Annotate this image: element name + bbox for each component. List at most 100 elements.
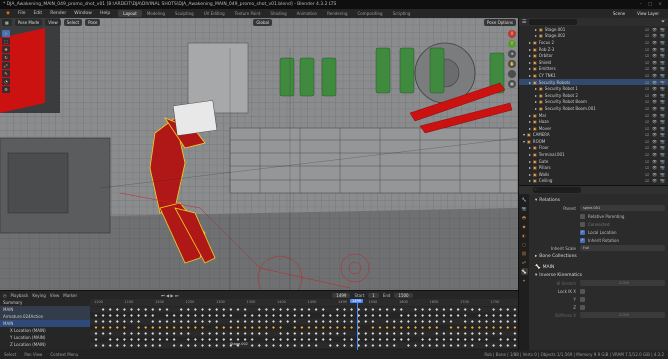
mode-selector[interactable]: Pose Mode [14,19,43,26]
outliner-row[interactable]: ▸ ▣ Orbitor ☑ 👁 📷 [519,52,668,59]
eye-icon[interactable]: 👁 [652,93,657,98]
inherit-rotation-row[interactable]: ✓ Inherit Rotation [535,236,665,244]
camera-icon[interactable]: 📷 [660,33,665,38]
expand-toggle-icon[interactable]: ▸ [529,152,531,157]
outliner-row[interactable]: ▸ ▣ Security Robot 2 ☑ 👁 📷 [519,92,668,99]
camera-icon[interactable]: 📷 [660,73,665,78]
connected-checkbox[interactable] [580,221,585,227]
camera-icon[interactable]: 📷 [660,178,665,183]
expand-toggle-icon[interactable]: ▸ [535,106,537,111]
filter-icon[interactable]: ⏷ [661,19,665,25]
checkbox-icon[interactable]: ☑ [645,132,649,137]
tab-modeling[interactable]: Modeling [142,10,170,17]
eye-icon[interactable]: 👁 [652,33,657,38]
eye-icon[interactable]: 👁 [652,145,657,150]
maximize-button[interactable]: □ [648,2,652,7]
outliner-row[interactable]: ▸ ▣ Rob Z-3 ☑ 👁 📷 [519,46,668,53]
camera-icon[interactable]: 📷 [660,93,665,98]
expand-toggle-icon[interactable]: ▾ [523,132,525,137]
outliner-row[interactable]: ▸ ▣ Shield ☑ 👁 📷 [519,59,668,66]
keyframes[interactable] [90,299,518,351]
end-frame-field[interactable]: 1500 [394,292,413,298]
camera-icon[interactable]: 📷 [660,159,665,164]
menu-view[interactable]: View [50,293,60,298]
eye-icon[interactable]: 👁 [652,113,657,118]
outliner-row[interactable]: ▸ ▣ Gate ☑ 👁 📷 [519,158,668,165]
zoom-icon[interactable]: ⊕ [508,50,516,58]
tab-shading[interactable]: Shading [265,10,291,17]
checkbox-icon[interactable]: ☑ [645,152,649,157]
clock-icon[interactable]: ◷ [3,293,7,298]
keyframe-area[interactable]: 1100 1150 1200 1250 1300 1350 1400 1450 1499 1550… [90,299,518,351]
properties-search-input[interactable]: ⌕ [533,187,581,193]
menu-window[interactable]: Window [70,11,96,16]
outliner-row[interactable]: ▸ ▣ Security Robots ☑ 👁 📷 [519,78,668,86]
checkbox-icon[interactable]: ☑ [645,47,649,52]
outliner-row[interactable]: ▾ ▣ CAMERA ☑ 👁 📷 [519,132,668,139]
menu-marker[interactable]: Marker [63,293,77,298]
bone-tab-icon[interactable]: 🦴 [520,268,528,275]
axis-x-icon[interactable]: X [508,30,516,38]
playhead[interactable] [357,299,358,351]
properties-editor[interactable]: ⌕ 🔧 📷 🖶 ◆ ◐ ▢ ⛓ ☍ 🦴 ⌖ ▾ Relations Parent … [518,185,668,350]
expand-toggle-icon[interactable]: ▸ [529,126,531,131]
tab-rendering[interactable]: Rendering [322,10,352,17]
blender-logo-icon[interactable]: ◉ [2,11,14,16]
pan-icon[interactable]: ✋ [508,60,516,68]
checkbox-icon[interactable]: ☑ [645,66,649,71]
outliner-row[interactable]: ▸ ▣ Stage.002 ☑ 👁 📷 [519,33,668,40]
menu-pose[interactable]: Pose [85,19,101,26]
expand-toggle-icon[interactable]: ▸ [535,27,537,32]
outliner-row[interactable]: ▸ ▣ Mal ☑ 👁 📷 [519,112,668,119]
tab-compositing[interactable]: Compositing [353,10,388,17]
menu-keying[interactable]: Keying [32,293,45,298]
channel-row[interactable]: Summary [0,299,90,306]
camera-icon[interactable]: 📷 [660,113,665,118]
checkbox-icon[interactable]: ☑ [645,99,649,104]
checkbox-icon[interactable]: ☑ [645,73,649,78]
camera-icon[interactable]: 📷 [660,27,665,32]
expand-toggle-icon[interactable]: ▸ [529,47,531,52]
camera-icon[interactable]: 📷 [660,80,665,85]
checkbox-icon[interactable]: ☑ [645,126,649,131]
eye-icon[interactable]: 👁 [652,47,657,52]
channel-row[interactable]: Armature.024Action [0,313,90,320]
checkbox-icon[interactable]: ☑ [645,159,649,164]
checkbox-icon[interactable]: ☑ [645,139,649,144]
menu-edit[interactable]: Edit [29,11,46,16]
connected-row[interactable]: Connected [535,220,665,228]
relative-parenting-row[interactable]: Relative Parenting [535,212,665,220]
camera-icon[interactable]: 📷 [660,152,665,157]
parent-field[interactable]: spine.001 [580,205,665,211]
expand-toggle-icon[interactable]: ▸ [529,60,531,65]
output-tab-icon[interactable]: 🖶 [521,214,528,221]
channel-row[interactable]: MAIN [0,320,90,327]
expand-toggle-icon[interactable]: ▸ [529,53,531,58]
outliner-row[interactable]: ▸ ▣ Terminal.001 ☑ 👁 📷 [519,151,668,158]
tab-texture-paint[interactable]: Texture Paint [230,10,266,17]
local-location-row[interactable]: ✓ Local Location [535,228,665,236]
expand-toggle-icon[interactable]: ▸ [529,40,531,45]
eye-icon[interactable]: 👁 [652,27,657,32]
tab-layout[interactable]: Layout [118,10,142,17]
outliner-row[interactable]: ▸ ▣ Ceiling ☑ 👁 📷 [519,178,668,185]
lock-ik-z-checkbox[interactable] [580,304,585,310]
checkbox-icon[interactable]: ☑ [645,165,649,170]
expand-toggle-icon[interactable]: ▸ [529,73,531,78]
eye-icon[interactable]: 👁 [652,152,657,157]
inherit-scale-select[interactable]: Full [580,245,665,251]
expand-toggle-icon[interactable]: ▸ [535,99,537,104]
expand-toggle-icon[interactable]: ▾ [523,139,525,144]
eye-icon[interactable]: 👁 [652,126,657,131]
channel-row[interactable]: X Location (MAIN) [0,327,90,334]
expand-toggle-icon[interactable]: ▸ [529,178,531,183]
tool-tab-icon[interactable]: 🔧 [521,196,528,203]
timeline-editor[interactable]: ◷ Playback Keying View Marker ⏮ ◀ ▶ ⏭ 14… [0,290,518,351]
checkbox-icon[interactable]: ☑ [645,145,649,150]
expand-toggle-icon[interactable]: ▸ [529,145,531,150]
camera-icon[interactable]: 📷 [660,165,665,170]
outliner-row[interactable]: ▸ ▣ Haze ☑ 👁 📷 [519,118,668,125]
tab-uv-editing[interactable]: UV Editing [199,10,230,17]
expand-toggle-icon[interactable]: ▸ [529,165,531,170]
eye-icon[interactable]: 👁 [652,159,657,164]
